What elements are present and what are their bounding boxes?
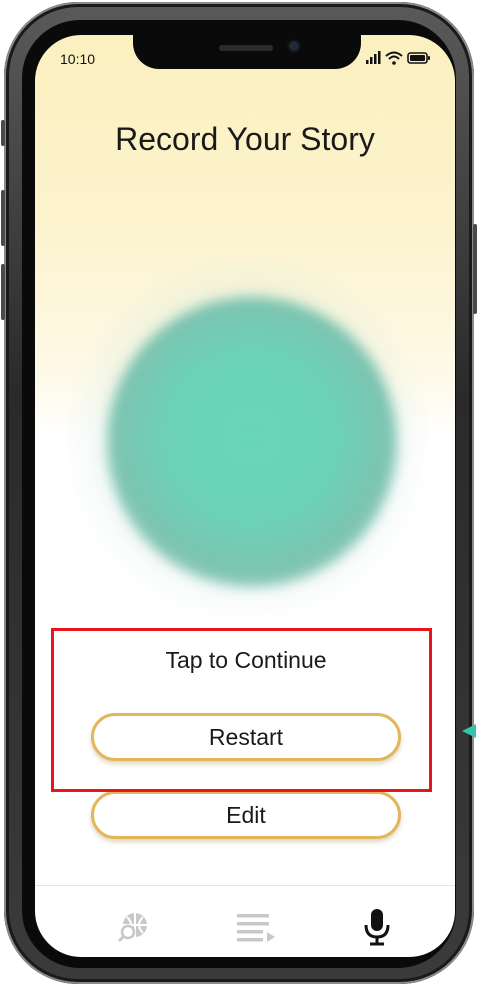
tab-bar-divider (35, 885, 455, 886)
volume-up-button (1, 190, 5, 246)
volume-down-button (1, 264, 5, 320)
battery-icon (407, 52, 430, 64)
microphone-icon (364, 909, 390, 946)
annotation-arrow (462, 724, 476, 738)
silent-switch (1, 120, 5, 146)
playlist-icon (237, 914, 275, 942)
tab-explore[interactable] (113, 905, 157, 949)
tab-record[interactable] (355, 905, 399, 949)
signal-icon (366, 51, 381, 64)
tab-playlist[interactable] (233, 905, 277, 949)
record-orb[interactable] (107, 297, 397, 587)
edit-button[interactable]: Edit (91, 791, 401, 839)
front-camera (289, 41, 299, 51)
annotation-highlight-box (51, 628, 432, 792)
status-time: 10:10 (60, 51, 96, 67)
globe-search-icon (118, 913, 147, 942)
app-screen: 10:10 Record Your Story Tap to Continue … (35, 35, 455, 957)
page-title: Record Your Story (115, 121, 375, 157)
power-button (473, 224, 477, 314)
speaker-grille (219, 45, 273, 51)
notch (133, 35, 361, 69)
wifi-icon (385, 51, 403, 65)
